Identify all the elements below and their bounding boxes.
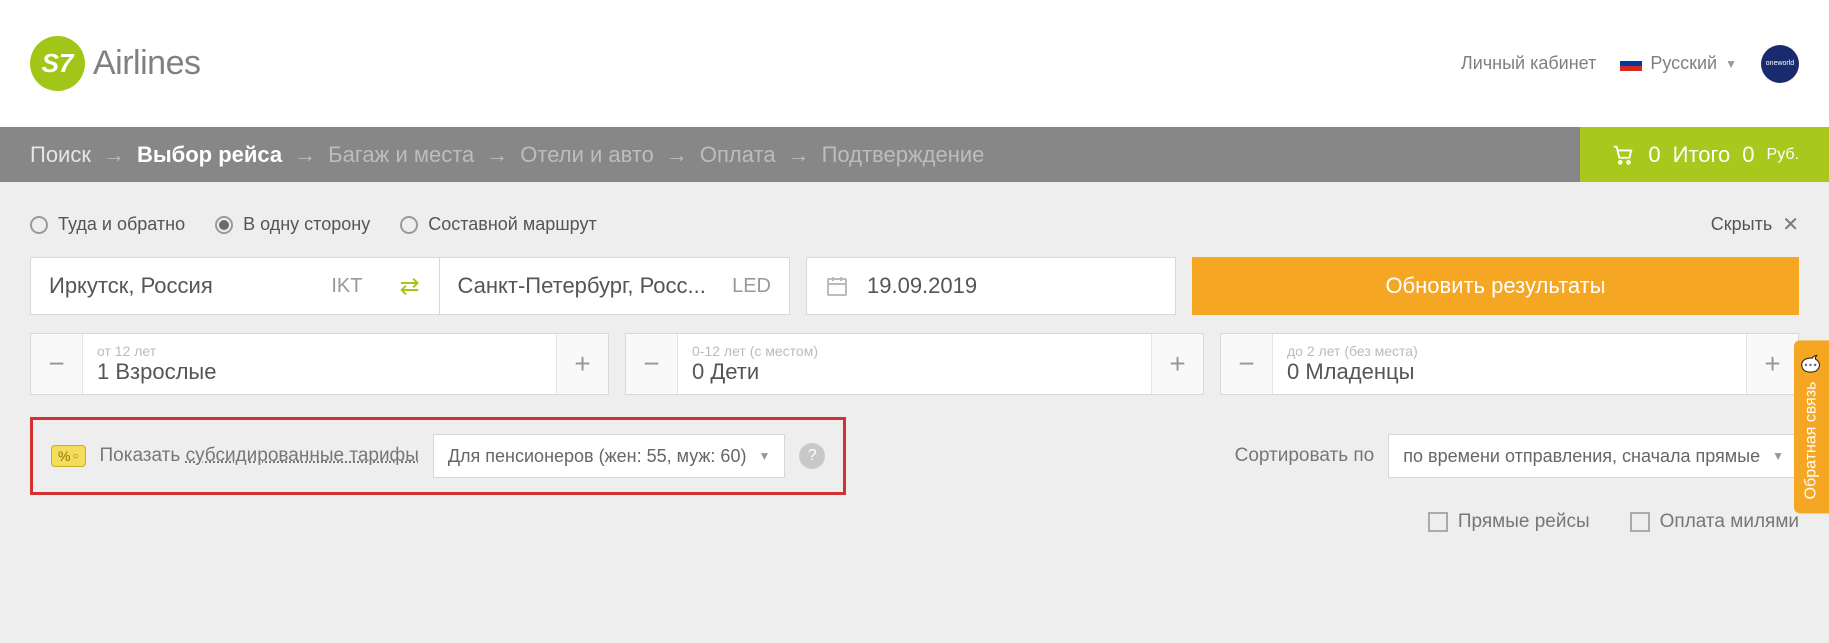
subsidy-highlight: %○ Показать субсидированные тарифы Для п… [30,417,846,495]
pay-miles-checkbox[interactable]: Оплата милями [1630,511,1799,533]
adults-stepper: − от 12 лет 1 Взрослые + [30,333,609,395]
route-fields: Иркутск, Россия IKT ⇄ Санкт-Петербург, Р… [30,257,790,315]
cart-amount: 0 [1742,142,1754,168]
header-right: Личный кабинет Русский ▼ oneworld [1461,45,1799,83]
language-selector[interactable]: Русский ▼ [1620,53,1737,74]
sort-wrap: Сортировать по по времени отправления, с… [1235,434,1799,478]
checkbox-icon [1428,512,1448,532]
header: S7 Airlines Личный кабинет Русский ▼ one… [0,0,1829,127]
children-value: 0 Дети [692,359,1137,385]
discount-tag-icon: %○ [51,445,86,467]
adults-minus[interactable]: − [31,334,83,394]
children-minus[interactable]: − [626,334,678,394]
update-results-button[interactable]: Обновить результаты [1192,257,1799,315]
subsidy-selected: Для пенсионеров (жен: 55, муж: 60) [448,446,747,467]
calendar-icon [825,274,849,298]
crumb-hotels: Отели и авто [520,142,654,168]
cart-total[interactable]: 0 Итого 0 Руб. [1580,127,1829,182]
children-stepper: − 0-12 лет (с местом) 0 Дети + [625,333,1204,395]
cart-count: 0 [1648,142,1660,168]
origin-field[interactable]: Иркутск, Россия IKT [30,257,381,315]
arrow-right-icon: → [486,142,508,168]
search-form: Туда и обратно В одну сторону Составной … [0,182,1829,395]
checkbox-icon [1630,512,1650,532]
children-hint: 0-12 лет (с местом) [692,343,1137,359]
cart-label: Итого [1673,142,1731,168]
date-value: 19.09.2019 [867,273,977,299]
infants-plus[interactable]: + [1746,334,1798,394]
crumb-baggage: Багаж и места [328,142,474,168]
arrow-right-icon: → [294,142,316,168]
adults-display: от 12 лет 1 Взрослые [83,343,556,385]
radio-label: Туда и обратно [58,214,185,235]
date-field[interactable]: 19.09.2019 [806,257,1176,315]
chevron-down-icon: ▼ [758,449,770,463]
infants-display: до 2 лет (без места) 0 Младенцы [1273,343,1746,385]
hide-label: Скрыть [1711,214,1772,235]
destination-code: LED [732,275,771,298]
account-link[interactable]: Личный кабинет [1461,53,1596,74]
chat-icon: 💬 [1802,354,1821,374]
language-label: Русский [1650,53,1717,74]
trip-type-row: Туда и обратно В одну сторону Составной … [30,202,1799,257]
sort-selected: по времени отправления, сначала прямые [1403,446,1760,467]
route-row: Иркутск, Россия IKT ⇄ Санкт-Петербург, Р… [30,257,1799,315]
direct-flights-checkbox[interactable]: Прямые рейсы [1428,511,1590,533]
swap-icon: ⇄ [399,272,419,301]
infants-hint: до 2 лет (без места) [1287,343,1732,359]
cart-icon [1610,144,1636,166]
sort-label: Сортировать по [1235,445,1375,467]
radio-oneway[interactable]: В одну сторону [215,214,370,235]
miles-label: Оплата милями [1660,511,1799,533]
hide-form-link[interactable]: Скрыть ✕ [1711,212,1799,237]
infants-stepper: − до 2 лет (без места) 0 Младенцы + [1220,333,1799,395]
logo[interactable]: S7 Airlines [30,36,200,91]
adults-value: 1 Взрослые [97,359,542,385]
destination-field[interactable]: Санкт-Петербург, Росс... LED [439,257,791,315]
crumb-payment: Оплата [700,142,776,168]
crumb-select-flight[interactable]: Выбор рейса [137,142,282,168]
feedback-label: Обратная связь [1803,382,1821,500]
infants-value: 0 Младенцы [1287,359,1732,385]
close-icon: ✕ [1782,212,1799,237]
passengers-row: − от 12 лет 1 Взрослые + − 0-12 лет (с м… [30,333,1799,395]
chevron-down-icon: ▼ [1725,57,1737,71]
arrow-right-icon: → [666,142,688,168]
infants-minus[interactable]: − [1221,334,1273,394]
feedback-tab[interactable]: Обратная связь 💬 [1794,340,1829,513]
breadcrumb: Поиск → Выбор рейса → Багаж и места → От… [0,127,1829,182]
origin-city: Иркутск, Россия [49,273,213,299]
subsidy-label[interactable]: Показать субсидированные тарифы [100,445,419,467]
radio-multicity[interactable]: Составной маршрут [400,214,597,235]
brand-name: Airlines [93,44,200,83]
filter-checks: Прямые рейсы Оплата милями [0,505,1829,553]
crumb-confirm: Подтверждение [822,142,985,168]
cart-currency: Руб. [1767,146,1799,164]
origin-code: IKT [331,275,362,298]
sort-select[interactable]: по времени отправления, сначала прямые ▼ [1388,434,1799,478]
adults-hint: от 12 лет [97,343,542,359]
arrow-right-icon: → [788,142,810,168]
subsidy-select[interactable]: Для пенсионеров (жен: 55, муж: 60) ▼ [433,434,785,478]
radio-roundtrip[interactable]: Туда и обратно [30,214,185,235]
logo-icon: S7 [30,36,85,91]
children-display: 0-12 лет (с местом) 0 Дети [678,343,1151,385]
destination-city: Санкт-Петербург, Росс... [458,273,706,299]
arrow-right-icon: → [103,142,125,168]
oneworld-logo: oneworld [1761,45,1799,83]
adults-plus[interactable]: + [556,334,608,394]
children-plus[interactable]: + [1151,334,1203,394]
swap-button[interactable]: ⇄ [381,257,439,315]
chevron-down-icon: ▼ [1772,449,1784,463]
crumb-search[interactable]: Поиск [30,142,91,168]
radio-label: В одну сторону [243,214,370,235]
options-row: %○ Показать субсидированные тарифы Для п… [0,395,1829,505]
flag-ru-icon [1620,56,1642,71]
radio-label: Составной маршрут [428,214,597,235]
direct-label: Прямые рейсы [1458,511,1590,533]
help-icon[interactable]: ? [799,443,825,469]
